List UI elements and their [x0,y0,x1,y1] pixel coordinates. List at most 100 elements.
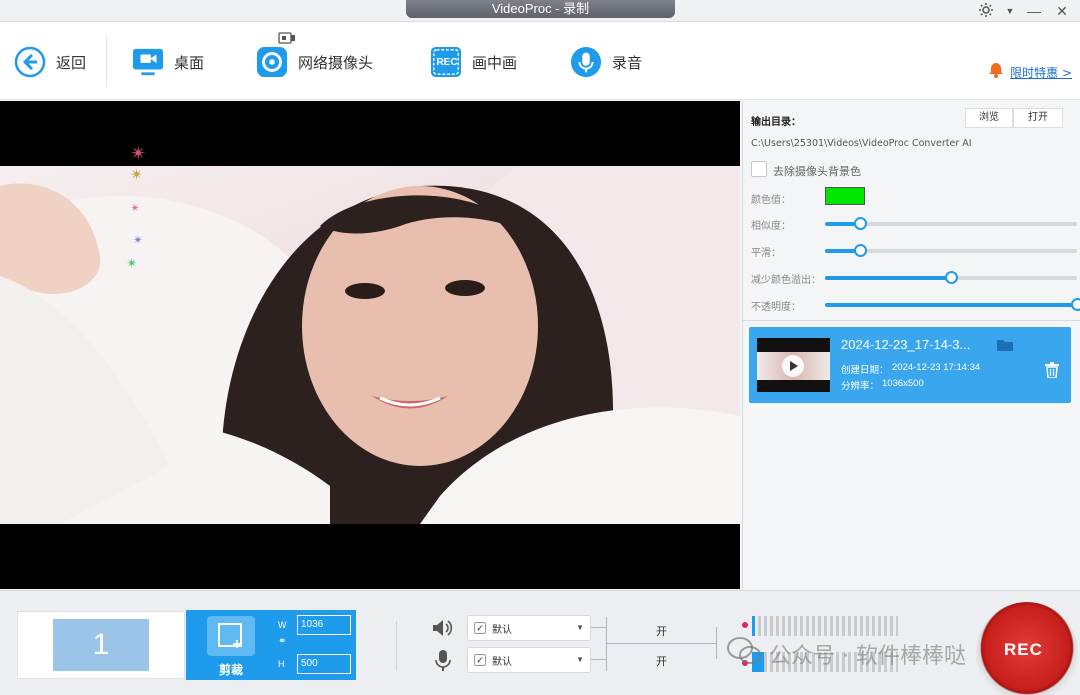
speaker-device-value: 默认 [492,624,512,636]
chevron-down-icon: ▼ [576,655,584,664]
rec-icon: REC [430,46,462,78]
speaker-device-select[interactable]: ✓ 默认 ▼ [467,615,591,641]
mic-enable-checkbox[interactable]: ✓ [474,654,486,666]
similarity-label: 相似度： [751,221,791,232]
back-button[interactable]: 返回 [14,44,86,80]
open-button[interactable]: 打开 [1013,108,1063,128]
browse-button[interactable]: 浏览 [965,108,1013,128]
mic-level-meter [752,652,898,672]
close-icon[interactable]: ✕ [1052,2,1072,20]
title-bar: VideoProc - 录制 ▼ — ✕ [0,0,1080,22]
desktop-label: 桌面 [174,53,205,72]
similarity-slider[interactable] [825,217,1077,230]
trash-icon[interactable] [1045,362,1059,383]
recording-thumbnail [757,338,830,392]
connector-line [591,627,607,628]
minimize-icon[interactable]: — [1024,2,1044,20]
crop-label: 剪裁 [218,663,243,677]
promo-link[interactable]: 限时特惠 > [988,62,1072,83]
rec-icon-text: REC [436,57,458,68]
webcam-label: 网络摄像头 [298,53,374,72]
crop-button[interactable]: 剪裁 [207,616,255,677]
crop-panel: 剪裁 W ⚭ H 1036 500 [186,610,356,680]
toolbar-divider [106,36,107,86]
settings-panel: 输出目录： 浏览 打开 C:\Users\25301\Videos\VideoP… [742,101,1080,589]
smooth-label: 平滑： [751,248,781,259]
screen-number: 1 [53,619,149,671]
slider-knob[interactable] [945,271,958,284]
back-arrow-icon [14,46,46,78]
pip-button[interactable]: REC 画中画 [430,44,517,80]
back-label: 返回 [56,53,87,72]
mic-state[interactable]: 开 [656,653,667,669]
microphone-icon[interactable] [435,649,451,676]
output-path: C:\Users\25301\Videos\VideoProc Converte… [751,138,972,149]
speaker-state[interactable]: 开 [656,623,667,639]
mic-device-select[interactable]: ✓ 默认 ▼ [467,647,591,673]
connector-line [606,643,716,644]
sparkle-icon: ✴ [130,201,141,215]
color-label: 颜色值： [751,195,791,206]
reduce-spill-slider[interactable] [825,271,1077,284]
pip-label: 画中画 [472,53,518,72]
recording-item[interactable]: 2024-12-23_17-14-3... 创建日期： 2024-12-23 1… [749,327,1071,403]
opacity-label: 不透明度： [751,302,801,313]
monitor-icon [132,46,164,78]
audio-label: 录音 [612,53,643,72]
microphone-icon [570,46,602,78]
speaker-enable-checkbox[interactable]: ✓ [474,622,486,634]
video-preview[interactable]: ✴ ✴ ✴ ✴ ✴ [0,101,740,589]
recording-filename: 2024-12-23_17-14-3... [841,337,971,352]
status-dot [742,622,748,628]
reduce-spill-label: 减少颜色溢出： [751,275,821,286]
sparkle-icon: ✴ [130,143,147,165]
width-input[interactable]: 1036 [297,615,351,635]
settings-icon[interactable] [976,2,996,20]
opacity-slider[interactable] [825,298,1080,311]
resolution-label: 分辨率： [841,381,880,392]
sparkle-icon: ✴ [130,167,144,184]
dropdown-arrow-icon[interactable]: ▼ [1000,2,1020,20]
height-input[interactable]: 500 [297,654,351,674]
bottom-divider [396,621,397,671]
slider-knob[interactable] [1071,298,1080,311]
webcam-button[interactable]: 网络摄像头 [256,44,373,80]
connector-line [716,627,717,659]
record-button[interactable]: REC [976,602,1078,695]
slider-knob[interactable] [854,217,868,230]
webcam-video-frame [0,166,740,524]
status-dot [742,660,748,666]
connector-line [606,617,607,671]
record-button-label: REC [1004,640,1043,659]
created-date-label: 创建日期： [841,365,889,376]
webcam-icon [256,46,288,78]
toolbar: 返回 桌面 网络摄像头 REC 画中画 录音 限时特惠 > [0,22,1080,100]
window-title: VideoProc - 录制 [406,0,675,18]
color-swatch[interactable] [825,187,865,205]
connector-line [591,659,607,660]
resolution-value: 1036x500 [882,378,924,389]
remove-bg-label: 去除摄像头背景色 [773,165,861,178]
desktop-button[interactable]: 桌面 [132,44,204,80]
smooth-slider[interactable] [825,244,1077,257]
chevron-down-icon: ▼ [576,623,584,632]
screen-selector[interactable]: 1 [17,611,185,679]
sparkle-icon: ✴ [133,233,144,247]
created-date-value: 2024-12-23 17:14:34 [892,362,981,373]
sparkle-icon: ✴ [126,255,138,271]
promo-label: 限时特惠 > [1010,66,1072,80]
bell-icon [988,62,1004,83]
play-icon[interactable] [782,355,804,377]
audio-record-button[interactable]: 录音 [570,44,642,80]
bottom-bar: 1 剪裁 W ⚭ H 1036 500 ✓ 默认 ▼ ✓ 默认 ▼ 开 开 公众… [0,590,1080,695]
speaker-icon[interactable] [432,619,454,642]
speaker-level-meter [752,616,898,636]
panel-divider [743,320,1080,321]
slider-knob[interactable] [854,244,868,257]
remove-bg-checkbox[interactable] [751,161,767,177]
output-dir-label: 输出目录： [751,117,801,128]
folder-icon[interactable] [997,338,1013,356]
webcam-settings-icon[interactable] [278,31,296,49]
link-icon[interactable]: ⚭ [278,636,286,647]
crop-icon [207,616,255,656]
